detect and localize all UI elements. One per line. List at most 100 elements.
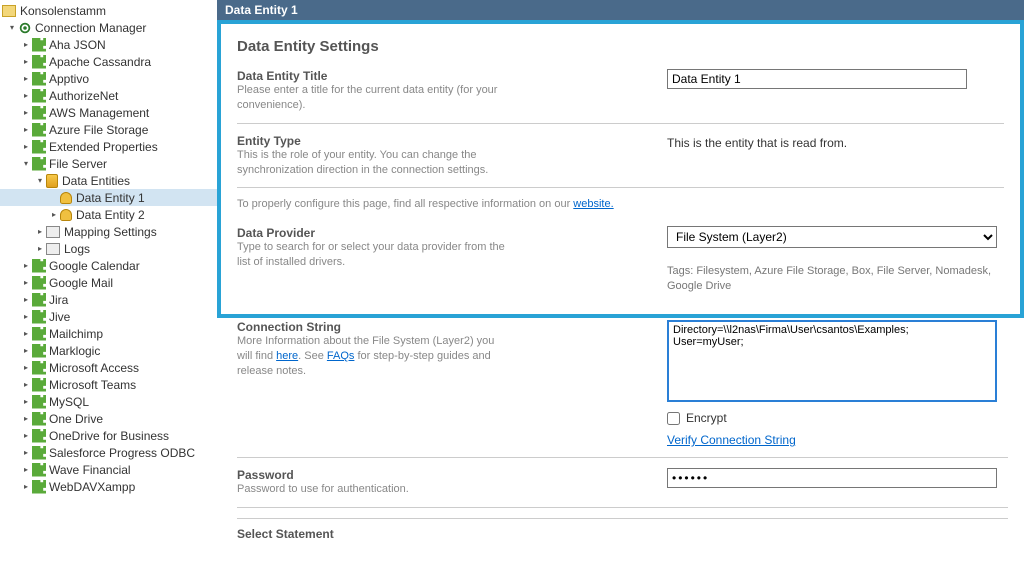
- chevron-right-icon[interactable]: ▸: [20, 124, 32, 136]
- provider-desc: Type to search for or select your data p…: [237, 240, 507, 270]
- connector-icon: [32, 123, 46, 137]
- tree-item-label: AuthorizeNet: [49, 89, 118, 103]
- here-link[interactable]: here: [276, 350, 298, 362]
- tree-item-jira[interactable]: ▸Jira: [0, 291, 217, 308]
- chevron-right-icon[interactable]: ▸: [34, 243, 46, 255]
- tree-item-wave-financial[interactable]: ▸ Wave Financial: [0, 461, 217, 478]
- chevron-right-icon[interactable]: ▸: [20, 481, 32, 493]
- verify-connection-link[interactable]: Verify Connection String: [667, 433, 796, 447]
- chevron-right-icon[interactable]: ▸: [34, 226, 46, 238]
- tree-item-microsoft-teams[interactable]: ▸Microsoft Teams: [0, 376, 217, 393]
- chevron-down-icon[interactable]: ▾: [6, 22, 18, 34]
- tree-root-label: Konsolenstamm: [20, 4, 106, 18]
- connector-icon: [32, 293, 46, 307]
- chevron-right-icon[interactable]: ▸: [20, 413, 32, 425]
- password-desc: Password to use for authentication.: [237, 482, 507, 497]
- chevron-right-icon[interactable]: ▸: [20, 39, 32, 51]
- tree-item-apptivo[interactable]: ▸Apptivo: [0, 70, 217, 87]
- tree-item-webdavxampp[interactable]: ▸WebDAVXampp: [0, 478, 217, 495]
- chevron-right-icon[interactable]: ▸: [20, 345, 32, 357]
- chevron-right-icon[interactable]: ▸: [20, 396, 32, 408]
- tree-item-azure-file-storage[interactable]: ▸Azure File Storage: [0, 121, 217, 138]
- entity-type-value: This is the entity that is read from.: [667, 134, 1004, 150]
- entity-title-input[interactable]: [667, 69, 967, 89]
- provider-select[interactable]: File System (Layer2): [667, 226, 997, 248]
- navigation-tree: Konsolenstamm ▾ Connection Manager ▸Aha …: [0, 0, 217, 561]
- connector-icon: [32, 276, 46, 290]
- chevron-right-icon[interactable]: ▸: [20, 277, 32, 289]
- chevron-right-icon[interactable]: ▸: [20, 430, 32, 442]
- logs-icon: [46, 243, 60, 255]
- tree-item-salesforce-progress-odbc[interactable]: ▸Salesforce Progress ODBC: [0, 444, 217, 461]
- tree-item-aha-json[interactable]: ▸Aha JSON: [0, 36, 217, 53]
- tree-item-one-drive[interactable]: ▸One Drive: [0, 410, 217, 427]
- connection-manager-label: Connection Manager: [35, 21, 146, 35]
- chevron-right-icon[interactable]: ▸: [20, 379, 32, 391]
- tree-item-apache-cassandra[interactable]: ▸Apache Cassandra: [0, 53, 217, 70]
- chevron-right-icon[interactable]: ▸: [20, 73, 32, 85]
- tree-item-google-calendar[interactable]: ▸ Google Calendar: [0, 257, 217, 274]
- chevron-right-icon[interactable]: ▸: [48, 209, 60, 221]
- chevron-down-icon[interactable]: ▾: [20, 158, 32, 170]
- website-link[interactable]: website.: [573, 198, 613, 210]
- connector-icon: [32, 259, 46, 273]
- field-entity-type: Entity Type This is the role of your ent…: [237, 134, 1004, 189]
- chevron-right-icon[interactable]: ▸: [20, 56, 32, 68]
- encrypt-row: Encrypt: [667, 411, 1008, 425]
- chevron-right-icon[interactable]: ▸: [20, 328, 32, 340]
- tree-item-aws-management[interactable]: ▸AWS Management: [0, 104, 217, 121]
- chevron-right-icon[interactable]: ▸: [20, 447, 32, 459]
- conn-desc: More Information about the File System (…: [237, 334, 507, 379]
- tree-item-label: Jive: [49, 310, 70, 324]
- tree-connection-manager[interactable]: ▾ Connection Manager: [0, 19, 217, 36]
- tree-item-label: MySQL: [49, 395, 89, 409]
- tree-item-authorizenet[interactable]: ▸ AuthorizeNet: [0, 87, 217, 104]
- tree-item-onedrive-for-business[interactable]: ▸OneDrive for Business: [0, 427, 217, 444]
- tree-item-marklogic[interactable]: ▸Marklogic: [0, 342, 217, 359]
- password-input[interactable]: [667, 468, 997, 488]
- connection-string-input[interactable]: [667, 320, 997, 402]
- tree-item-microsoft-access[interactable]: ▸Microsoft Access: [0, 359, 217, 376]
- tree-data-entity-1[interactable]: ▸Data Entity 1: [0, 189, 217, 206]
- chevron-down-icon[interactable]: ▾: [34, 175, 46, 187]
- tree-item-extended-properties[interactable]: ▸ Extended Properties: [0, 138, 217, 155]
- tree-item-label: Logs: [64, 242, 90, 256]
- tree-root[interactable]: Konsolenstamm: [0, 2, 217, 19]
- faqs-link[interactable]: FAQs: [327, 350, 355, 362]
- chevron-right-icon[interactable]: ▸: [20, 90, 32, 102]
- chevron-right-icon[interactable]: ▸: [20, 464, 32, 476]
- connector-icon: [32, 106, 46, 120]
- connector-icon: [32, 327, 46, 341]
- chevron-right-icon[interactable]: ▸: [20, 311, 32, 323]
- chevron-right-icon[interactable]: ▸: [20, 260, 32, 272]
- entity-icon: [60, 209, 72, 221]
- chevron-right-icon[interactable]: ▸: [20, 362, 32, 374]
- tree-item-label: Wave Financial: [49, 463, 131, 477]
- tree-item-google-mail[interactable]: ▸Google Mail: [0, 274, 217, 291]
- chevron-right-icon[interactable]: ▸: [20, 294, 32, 306]
- connector-icon: [32, 361, 46, 375]
- config-info-line: To properly configure this page, find al…: [237, 198, 1004, 226]
- tree-item-mailchimp[interactable]: ▸Mailchimp: [0, 325, 217, 342]
- tree-mapping-settings[interactable]: ▸Mapping Settings: [0, 223, 217, 240]
- tree-item-mysql[interactable]: ▸ MySQL: [0, 393, 217, 410]
- entity-icon: [60, 192, 72, 204]
- folder-icon: [2, 5, 16, 17]
- tree-data-entities[interactable]: ▾Data Entities: [0, 172, 217, 189]
- connector-icon: [32, 463, 46, 477]
- tree-item-jive[interactable]: ▸ Jive: [0, 308, 217, 325]
- field-data-provider: Data Provider Type to search for or sele…: [237, 226, 1004, 294]
- encrypt-checkbox[interactable]: [667, 412, 680, 425]
- field-select-statement: Select Statement: [237, 518, 1008, 541]
- connector-icon: [32, 446, 46, 460]
- provider-label: Data Provider: [237, 226, 507, 240]
- connector-icon: [32, 72, 46, 86]
- tree-item-file-server[interactable]: ▾File Server: [0, 155, 217, 172]
- chevron-right-icon[interactable]: ▸: [20, 107, 32, 119]
- tree-item-label: Google Calendar: [49, 259, 140, 273]
- tree-logs[interactable]: ▸ Logs: [0, 240, 217, 257]
- tree-data-entity-2[interactable]: ▸Data Entity 2: [0, 206, 217, 223]
- connector-icon: [32, 38, 46, 52]
- tree-item-label: Extended Properties: [49, 140, 158, 154]
- chevron-right-icon[interactable]: ▸: [20, 141, 32, 153]
